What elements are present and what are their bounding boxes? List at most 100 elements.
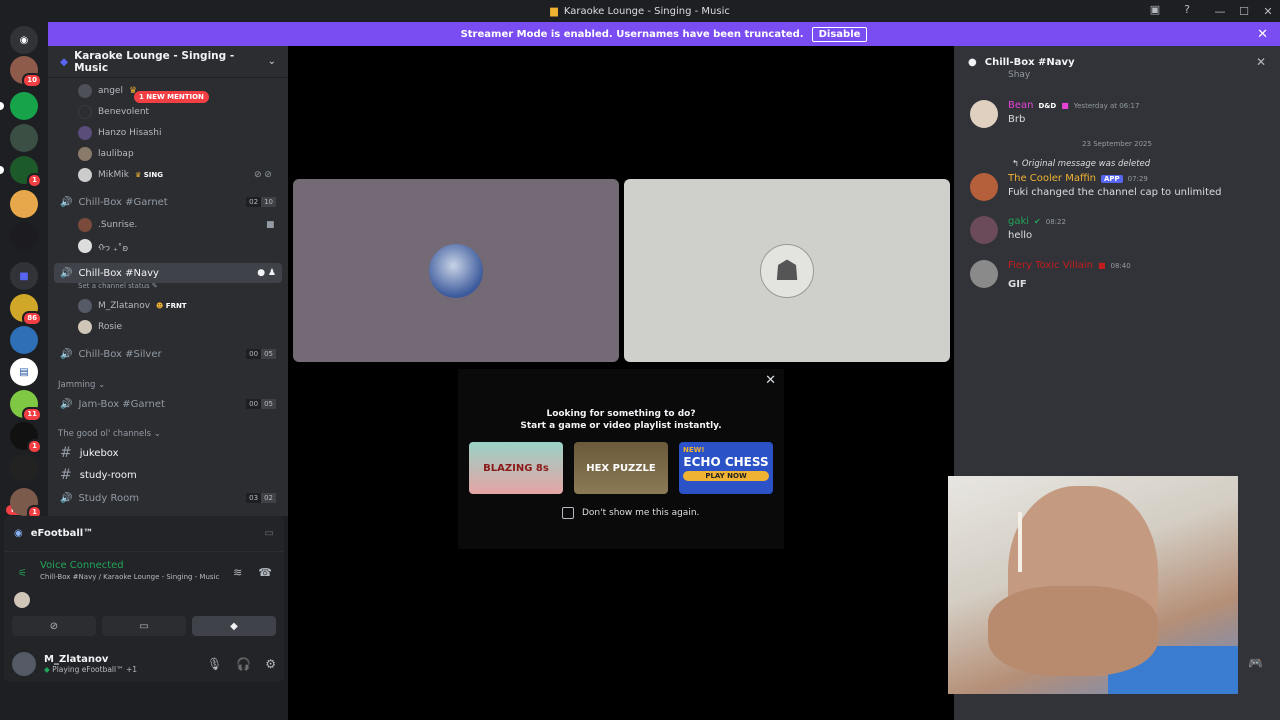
text-channel-study-room[interactable]: # study-room <box>54 465 137 485</box>
checkbox[interactable] <box>562 507 574 519</box>
voice-channel-garnet[interactable]: 🔊 Chill-Box #Garnet 02 10 <box>54 192 282 212</box>
user-status: ◆ Playing eFootball™ +1 <box>44 665 138 674</box>
speaker-icon: 🔊 <box>60 196 73 208</box>
server-icon[interactable] <box>0 92 38 120</box>
ghost-avatar: ☗ <box>760 243 814 298</box>
game-hex-puzzle[interactable]: HEX PUZZLE <box>574 442 668 494</box>
server-icon[interactable]: ▤ <box>10 358 38 386</box>
chat-message[interactable]: The Cooler Maffin APP 07:29 Fuki changed t… <box>970 173 1270 201</box>
disable-streamer-button[interactable]: Disable <box>811 26 868 42</box>
reply-reference: ↰ Original message was deleted <box>1012 159 1151 169</box>
voice-channel-navy[interactable]: 🔊 Chill-Box #Navy ● ♟ <box>54 263 282 283</box>
voice-user[interactable]: M_Zlatanov ☻ FRNT <box>78 297 187 315</box>
maximize-button[interactable]: ☐ <box>1232 5 1256 18</box>
server-icon[interactable]: 1 <box>10 488 42 520</box>
screen-share-button[interactable]: ▭ <box>102 616 186 636</box>
server-icon[interactable]: 1 <box>0 156 42 188</box>
new-mention-pill[interactable]: 1 NEW MENTION <box>134 84 209 103</box>
avatar[interactable] <box>14 592 30 608</box>
avatar[interactable] <box>970 173 998 201</box>
hash-icon: # <box>60 467 72 483</box>
server-header[interactable]: ◆ Karaoke Lounge - Singing - Music ⌄ <box>48 46 288 78</box>
help-icon[interactable]: ? <box>1180 3 1194 17</box>
voice-user[interactable]: Hanzo Hisashi <box>78 124 161 142</box>
avatar[interactable] <box>12 652 36 676</box>
close-banner-icon[interactable]: ✕ <box>1257 27 1268 42</box>
activities-button[interactable]: ◆ <box>192 616 276 636</box>
close-window-button[interactable]: ✕ <box>1256 5 1280 18</box>
server-icon: ▆ <box>550 5 558 17</box>
dont-show-again[interactable]: Don't show me this again. <box>562 507 699 519</box>
user-count: 00 05 <box>246 399 276 409</box>
server-icon[interactable] <box>10 124 38 152</box>
voice-user[interactable]: angel ♛ <box>78 82 137 100</box>
chat-icon[interactable]: ● ♟ <box>257 268 276 278</box>
voice-user[interactable]: Rosie <box>78 318 122 336</box>
avatar[interactable] <box>970 260 998 288</box>
server-icon[interactable]: 11 <box>10 390 42 422</box>
inbox-icon[interactable]: ▣ <box>1148 3 1162 17</box>
controller-icon[interactable]: 🎮 <box>1248 656 1263 670</box>
camera-off-button[interactable]: ⊘ <box>12 616 96 636</box>
avatar <box>78 126 92 140</box>
speaker-icon: 🔊 <box>60 492 73 504</box>
user-tag: ♛ SING <box>134 171 163 179</box>
voice-user[interactable]: MikMik ♛ SING <box>78 166 163 184</box>
chat-message[interactable]: Fiery Toxic Villain ■ 08:40 GIF <box>970 260 1270 290</box>
voice-channel-silver[interactable]: 🔊 Chill-Box #Silver 00 05 <box>54 344 282 364</box>
category-good-ol-channels[interactable]: The good ol' channels ⌄ <box>58 429 161 439</box>
window-title: ▆ Karaoke Lounge - Singing - Music <box>550 5 730 17</box>
voice-channel-jam[interactable]: 🔊 Jam-Box #Garnet 00 05 <box>54 394 282 414</box>
discord-home-icon[interactable]: ◉ <box>10 26 38 54</box>
chat-bubble-icon: ● <box>968 56 977 68</box>
channel-status[interactable]: Set a channel status ✎ <box>78 282 158 290</box>
game-echo-chess[interactable]: NEW! ECHO CHESS PLAY NOW <box>679 442 773 494</box>
voice-user[interactable]: .Sunrise. <box>78 216 137 234</box>
avatar <box>78 239 92 253</box>
folder-icon[interactable]: ■ <box>10 262 38 290</box>
gear-icon[interactable]: ⚙ <box>265 657 276 671</box>
chat-message[interactable]: Bean D&D ■ Yesterday at 06:17 Brb <box>970 100 1270 128</box>
voice-user[interactable]: Benevolent <box>78 103 149 121</box>
server-icon[interactable]: 86 <box>10 294 42 326</box>
avatar <box>78 147 92 161</box>
server-badge-icon: ◆ <box>60 55 69 68</box>
avatar <box>78 168 92 182</box>
voice-user[interactable]: laulibap <box>78 145 134 163</box>
participant-tile[interactable]: ☗ <box>624 179 950 362</box>
channel-sidebar: ◆ Karaoke Lounge - Singing - Music ⌄ ang… <box>48 46 288 516</box>
server-icon[interactable] <box>10 222 38 250</box>
streamer-mode-banner: Streamer Mode is enabled. Usernames have… <box>48 22 1280 46</box>
participant-tile[interactable] <box>293 179 619 362</box>
category-jamming[interactable]: Jamming ⌄ <box>58 380 105 390</box>
game-blazing-8s[interactable]: BLAZING 8s <box>469 442 563 494</box>
server-icon[interactable] <box>10 454 38 482</box>
avatar[interactable] <box>970 100 998 128</box>
server-icon[interactable] <box>10 326 38 354</box>
headphones-icon[interactable]: 🎧 <box>236 657 251 671</box>
server-icon[interactable]: 10 <box>10 56 42 88</box>
avatar <box>78 84 92 98</box>
close-icon[interactable]: ✕ <box>1256 55 1266 69</box>
server-icon[interactable]: 1 <box>10 422 42 454</box>
server-icon[interactable] <box>10 190 38 218</box>
pip-camera-feed[interactable] <box>948 476 1238 694</box>
voice-user[interactable]: ᡣ𐭩 ₊˚ʚ <box>78 237 128 255</box>
muted-icons: ⊘ ⊘ <box>254 170 272 180</box>
camera-hand <box>988 586 1158 676</box>
chat-message[interactable]: gaki ✔ 08:22 hello <box>970 216 1270 244</box>
noise-suppression-icon[interactable]: ≋ <box>233 566 242 579</box>
screen-share-icon[interactable]: ▭ <box>265 528 274 539</box>
disconnect-icon[interactable]: ☎ <box>258 566 272 579</box>
close-icon[interactable]: ✕ <box>765 373 776 388</box>
chat-header: ● Chill-Box #Navy ✕ <box>968 55 1266 69</box>
voice-channel-study-room[interactable]: 🔊 Study Room 03 02 <box>54 488 282 508</box>
signal-icon[interactable]: ⚟ <box>18 568 27 579</box>
text-channel-jukebox[interactable]: # jukebox <box>54 443 119 463</box>
avatar[interactable] <box>970 216 998 244</box>
title-bar: ▆ Karaoke Lounge - Singing - Music ▣ ? —… <box>0 0 1280 22</box>
microphone-icon[interactable]: 🎙 <box>207 657 222 671</box>
activity-row[interactable]: ◉ eFootball™ ▭ <box>4 516 284 552</box>
minimize-button[interactable]: — <box>1208 5 1232 18</box>
voice-connected-row: ⚟ Voice Connected Chill-Box #Navy / Kara… <box>18 560 272 581</box>
